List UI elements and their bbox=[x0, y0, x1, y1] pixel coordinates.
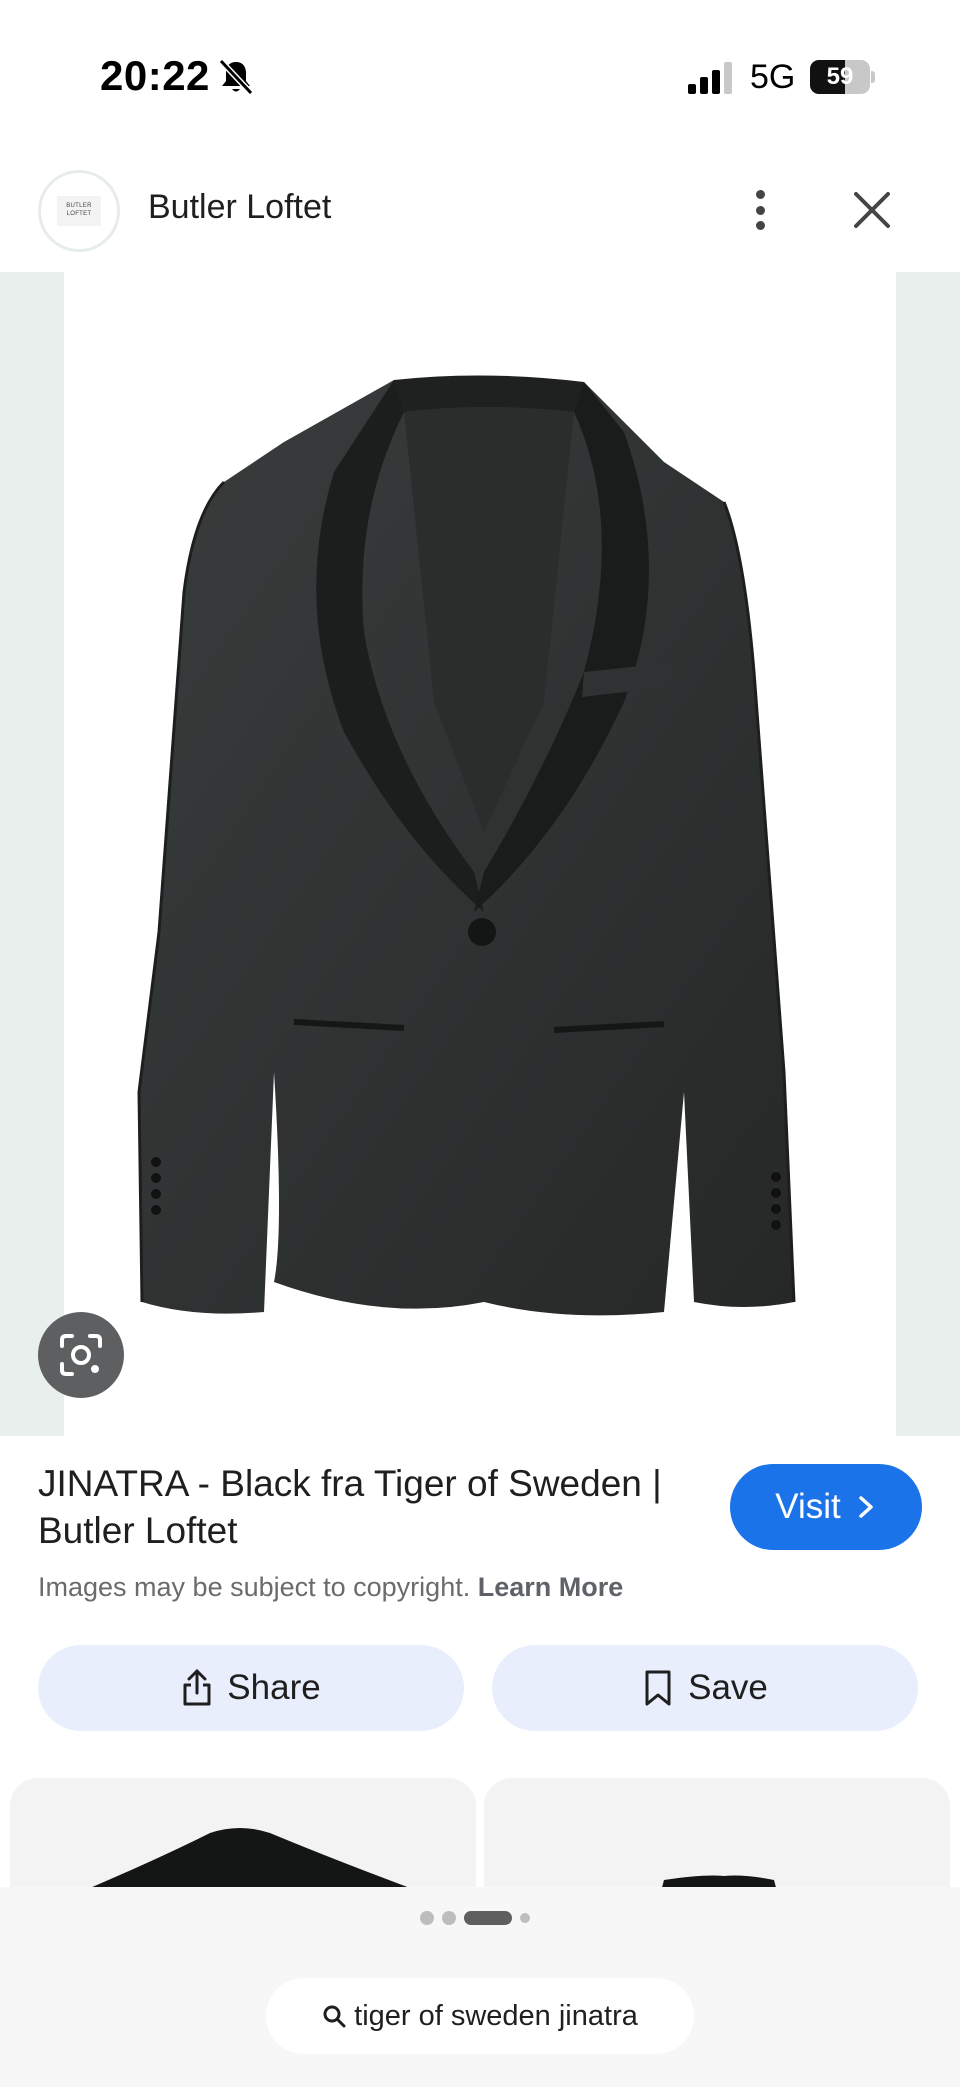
related-jacket-image bbox=[661, 1875, 777, 1888]
related-jacket-image bbox=[90, 1828, 410, 1888]
carousel-dot bbox=[464, 1911, 512, 1925]
share-label: Share bbox=[227, 1668, 321, 1707]
image-preview-area bbox=[0, 272, 960, 1436]
carousel-dots bbox=[420, 1911, 530, 1925]
share-button[interactable]: Share bbox=[38, 1645, 464, 1731]
viewer-header: BUTLER LOFTET Butler Loftet bbox=[0, 160, 960, 272]
search-icon bbox=[323, 2005, 346, 2028]
carousel-dot bbox=[420, 1911, 434, 1925]
site-logo[interactable]: BUTLER LOFTET bbox=[38, 170, 120, 252]
result-title[interactable]: JINATRA - Black fra Tiger of Sweden | Bu… bbox=[38, 1460, 718, 1554]
signal-icon bbox=[688, 62, 732, 94]
more-options-button[interactable] bbox=[740, 182, 780, 238]
related-image-card[interactable] bbox=[10, 1778, 476, 1888]
google-lens-button[interactable] bbox=[38, 1312, 124, 1398]
copyright-text: Images may be subject to copyright. bbox=[38, 1572, 471, 1602]
save-button[interactable]: Save bbox=[492, 1645, 918, 1731]
status-bar: 20:22 5G 59 bbox=[0, 0, 960, 130]
site-logo-text: BUTLER LOFTET bbox=[57, 196, 101, 226]
carousel-dot bbox=[520, 1913, 530, 1923]
share-icon bbox=[183, 1669, 211, 1706]
visit-button[interactable]: Visit bbox=[730, 1464, 922, 1550]
status-time: 20:22 bbox=[100, 52, 210, 99]
related-images bbox=[0, 1778, 960, 1888]
product-image[interactable] bbox=[64, 272, 896, 1436]
search-query-pill[interactable]: tiger of sweden jinatra bbox=[266, 1978, 694, 2054]
network-type: 5G bbox=[750, 58, 796, 96]
bookmark-icon bbox=[645, 1670, 671, 1706]
close-icon[interactable] bbox=[848, 186, 896, 234]
learn-more-link[interactable]: Learn More bbox=[478, 1572, 624, 1602]
chevron-right-icon bbox=[859, 1496, 873, 1518]
visit-label: Visit bbox=[775, 1487, 841, 1526]
site-name[interactable]: Butler Loftet bbox=[148, 188, 331, 227]
jacket-image bbox=[137, 375, 796, 1316]
lens-icon bbox=[60, 1334, 102, 1376]
battery-percent: 59 bbox=[826, 63, 854, 90]
search-query: tiger of sweden jinatra bbox=[354, 1999, 638, 2032]
copyright-notice: Images may be subject to copyright. Lear… bbox=[38, 1572, 623, 1603]
related-image-card[interactable] bbox=[484, 1778, 950, 1888]
bell-muted-icon bbox=[218, 58, 254, 96]
save-label: Save bbox=[688, 1668, 768, 1707]
battery-indicator: 59 bbox=[810, 60, 875, 94]
carousel-dot bbox=[442, 1911, 456, 1925]
